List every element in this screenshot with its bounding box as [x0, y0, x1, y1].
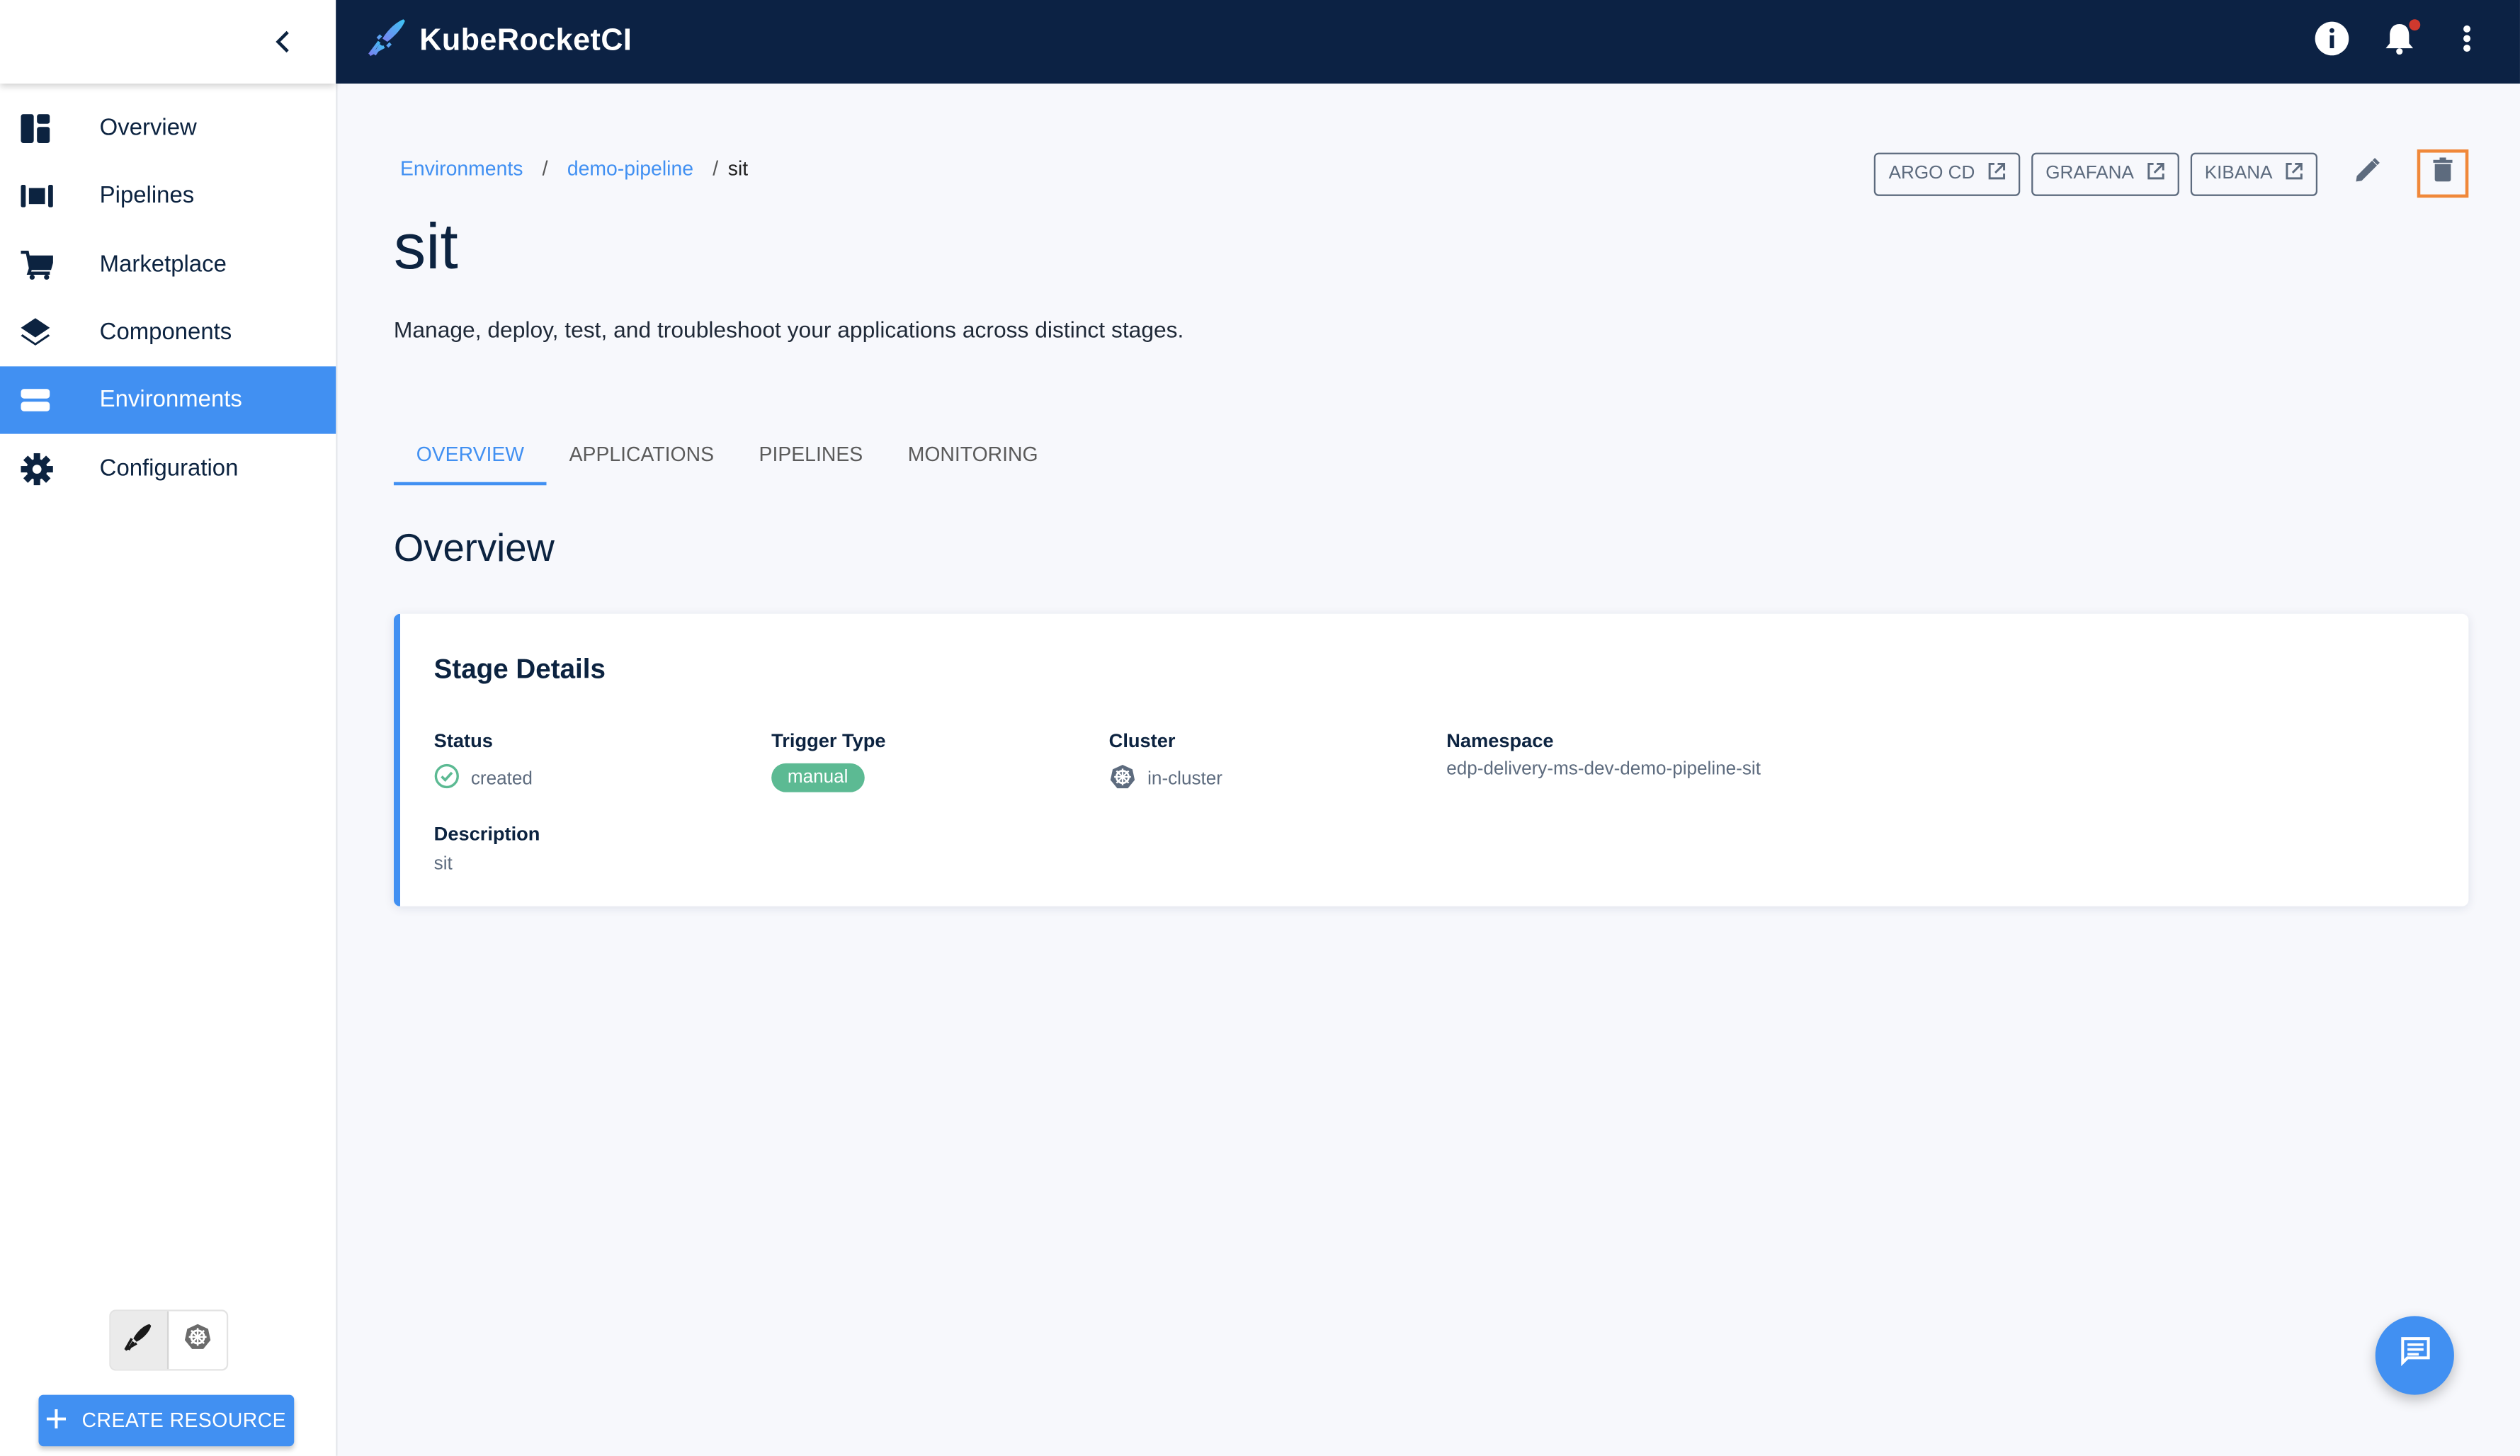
cluster-text: in-cluster: [1147, 769, 1223, 790]
sidebar-item-overview[interactable]: Overview: [0, 95, 336, 163]
namespace-value: edp-delivery-ms-dev-demo-pipeline-sit: [1446, 760, 1761, 780]
top-bar: KubeRocketCI: [336, 0, 2520, 84]
breadcrumb-separator: /: [713, 157, 719, 181]
environments-icon: [0, 389, 100, 412]
breadcrumb-environments[interactable]: Environments: [400, 157, 523, 180]
gear-icon: [0, 453, 100, 485]
layers-icon: [0, 318, 100, 347]
rocket-icon: [124, 1321, 153, 1358]
trigger-type-chip: manual: [771, 763, 865, 792]
argocd-label: ARGO CD: [1888, 164, 1975, 183]
description-field: Description sit: [434, 823, 540, 875]
page-description: Manage, deploy, test, and troubleshoot y…: [393, 317, 1184, 343]
top-actions: [2315, 19, 2485, 59]
kibana-link-button[interactable]: KIBANA: [2190, 152, 2318, 195]
more-button[interactable]: [2449, 24, 2485, 59]
grafana-link-button[interactable]: GRAFANA: [2031, 152, 2179, 195]
argocd-link-button[interactable]: ARGO CD: [1874, 152, 2020, 195]
header-actions: ARGO CD GRAFANA KIBANA: [1874, 149, 2469, 198]
dashboard-icon: [0, 114, 100, 144]
tab-overview[interactable]: OVERVIEW: [393, 423, 547, 486]
trash-icon: [2433, 157, 2453, 189]
more-vert-icon: [2462, 23, 2472, 60]
breadcrumb: Environments / demo-pipeline / sit: [400, 157, 748, 180]
create-resource-label: CREATE RESOURCE: [81, 1409, 287, 1432]
trigger-type-value: manual: [771, 763, 885, 792]
kubernetes-icon: [1109, 763, 1137, 795]
tabs: OVERVIEW APPLICATIONS PIPELINES MONITORI…: [393, 423, 1060, 486]
breadcrumb-current: sit: [727, 157, 749, 181]
info-button[interactable]: [2315, 21, 2350, 59]
tab-pipelines[interactable]: PIPELINES: [737, 423, 885, 485]
breadcrumb-demo-pipeline[interactable]: demo-pipeline: [567, 157, 693, 180]
pencil-icon: [2354, 157, 2380, 190]
section-title: Overview: [393, 527, 555, 571]
sidebar-item-label: Environments: [99, 387, 242, 414]
chat-icon: [2399, 1336, 2431, 1376]
kubernetes-mode-button[interactable]: [169, 1312, 226, 1370]
sidebar-item-label: Configuration: [99, 455, 239, 482]
stage-details-card: Stage Details Status created Trigger Typ…: [393, 613, 2469, 906]
grafana-label: GRAFANA: [2045, 164, 2134, 183]
open-in-new-icon: [2147, 162, 2164, 185]
namespace-field: Namespace edp-delivery-ms-dev-demo-pipel…: [1446, 729, 1761, 779]
sidebar-item-label: Marketplace: [99, 251, 227, 278]
edit-button[interactable]: [2345, 151, 2390, 196]
sidebar-bottom: CREATE RESOURCE: [0, 1309, 336, 1455]
cluster-value: in-cluster: [1109, 763, 1222, 795]
kubernetes-icon: [183, 1321, 212, 1358]
breadcrumb-separator: /: [542, 157, 548, 181]
cluster-field: Cluster in-cluster: [1109, 729, 1222, 795]
open-in-new-icon: [1988, 162, 2006, 185]
open-in-new-icon: [2286, 162, 2303, 185]
trigger-type-label: Trigger Type: [771, 729, 886, 752]
card-title: Stage Details: [433, 654, 606, 685]
chevron-left-icon[interactable]: [275, 30, 291, 53]
mode-toggle: [108, 1309, 228, 1371]
check-circle-icon: [434, 763, 460, 794]
trigger-type-field: Trigger Type manual: [771, 729, 886, 792]
plus-icon: [46, 1408, 66, 1433]
kuberocketci-mode-button[interactable]: [110, 1311, 169, 1370]
tab-applications[interactable]: APPLICATIONS: [547, 423, 737, 485]
status-text: created: [470, 768, 533, 788]
sidebar-item-label: Overview: [99, 115, 197, 142]
notifications-button[interactable]: [2382, 19, 2421, 59]
sidebar-item-marketplace[interactable]: Marketplace: [0, 231, 336, 299]
page-title: sit: [393, 212, 458, 283]
cluster-label: Cluster: [1108, 729, 1176, 752]
sidebar: Overview Pipelines Marketplace Component…: [0, 0, 338, 1456]
sidebar-item-environments[interactable]: Environments: [0, 366, 336, 435]
brand[interactable]: KubeRocketCI: [368, 18, 632, 66]
delete-button[interactable]: [2417, 149, 2469, 198]
feedback-chat-button[interactable]: [2375, 1316, 2454, 1395]
sidebar-header: [0, 0, 336, 84]
sidebar-item-components[interactable]: Components: [0, 299, 336, 367]
sidebar-item-label: Components: [99, 319, 232, 346]
sidebar-item-label: Pipelines: [99, 183, 195, 210]
cart-icon: [0, 250, 100, 280]
sidebar-item-configuration[interactable]: Configuration: [0, 435, 336, 503]
create-resource-button[interactable]: CREATE RESOURCE: [38, 1394, 295, 1447]
app-title: KubeRocketCI: [419, 24, 632, 58]
description-value: sit: [433, 855, 453, 875]
app-root: Overview Pipelines Marketplace Component…: [0, 0, 2520, 1456]
namespace-label: Namespace: [1446, 729, 1554, 752]
status-value: created: [434, 763, 533, 794]
status-label: Status: [433, 729, 493, 752]
kuberocketci-logo-icon: [368, 18, 420, 66]
sidebar-item-pipelines[interactable]: Pipelines: [0, 163, 336, 231]
pipelines-icon: [0, 185, 100, 208]
kibana-label: KIBANA: [2204, 164, 2273, 183]
status-field: Status created: [434, 729, 533, 794]
description-label: Description: [433, 822, 540, 846]
info-icon: [2315, 20, 2350, 63]
tab-monitoring[interactable]: MONITORING: [885, 423, 1060, 485]
notification-badge: [2409, 19, 2421, 31]
sidebar-nav: Overview Pipelines Marketplace Component…: [0, 95, 336, 503]
